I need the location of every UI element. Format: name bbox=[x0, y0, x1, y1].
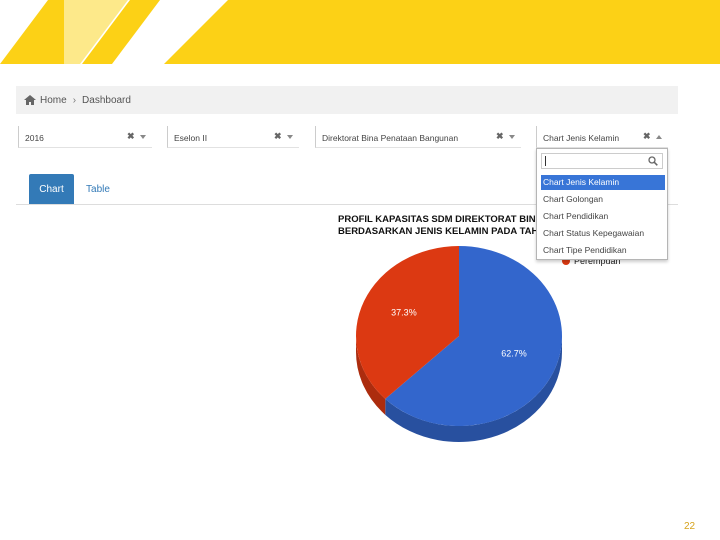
breadcrumb-home-link[interactable]: Home bbox=[40, 95, 67, 106]
banner-stripe-yellow-left bbox=[0, 0, 64, 64]
filter-bar: 2016 ✖ Eselon II ✖ Direktorat Bina Penat… bbox=[16, 126, 678, 150]
chart-title-line-2: BERDASARKAN JENIS KELAMIN PADA TAH bbox=[338, 226, 539, 237]
chart-title-line-1: PROFIL KAPASITAS SDM DIREKTORAT BIN bbox=[338, 214, 536, 225]
tab-chart[interactable]: Chart bbox=[29, 174, 74, 204]
home-icon bbox=[24, 95, 36, 105]
chevron-up-icon[interactable] bbox=[656, 135, 662, 139]
eselon-select[interactable]: Eselon II ✖ bbox=[167, 126, 299, 148]
breadcrumb-current: Dashboard bbox=[82, 94, 131, 106]
pie-chart: 62.7% 37.3% bbox=[356, 246, 562, 442]
chart-type-dropdown: Chart Jenis Kelamin Chart Golongan Chart… bbox=[536, 148, 668, 260]
chevron-down-icon[interactable] bbox=[140, 135, 146, 139]
year-select-value: 2016 bbox=[25, 133, 44, 143]
dropdown-option[interactable]: Chart Golongan bbox=[541, 192, 665, 207]
tab-table[interactable]: Table bbox=[78, 174, 118, 204]
chart-type-select[interactable]: Chart Jenis Kelamin ✖ bbox=[536, 126, 668, 148]
banner-stripe-yellow-main bbox=[164, 0, 720, 64]
chevron-down-icon[interactable] bbox=[509, 135, 515, 139]
unit-select[interactable]: Direktorat Bina Penataan Bangunan ✖ bbox=[315, 126, 521, 148]
dashboard-screenshot: Home › Dashboard 2016 ✖ Eselon II ✖ Dire… bbox=[16, 86, 678, 506]
search-icon bbox=[648, 156, 658, 166]
clear-icon[interactable]: ✖ bbox=[643, 131, 651, 142]
dropdown-option[interactable]: Chart Jenis Kelamin bbox=[541, 175, 665, 190]
year-select[interactable]: 2016 ✖ bbox=[18, 126, 152, 148]
breadcrumb: Home › Dashboard bbox=[16, 86, 678, 114]
pie-data-label-0: 62.7% bbox=[501, 348, 527, 358]
unit-select-value: Direktorat Bina Penataan Bangunan bbox=[322, 133, 459, 143]
breadcrumb-separator: › bbox=[72, 94, 77, 106]
header-banner bbox=[0, 0, 720, 64]
clear-icon[interactable]: ✖ bbox=[496, 131, 504, 142]
chart-type-select-value: Chart Jenis Kelamin bbox=[543, 133, 620, 143]
chevron-down-icon[interactable] bbox=[287, 135, 293, 139]
dropdown-search-input[interactable] bbox=[541, 153, 663, 169]
pie-data-label-1: 37.3% bbox=[391, 308, 417, 318]
dropdown-option[interactable]: Chart Tipe Pendidikan bbox=[541, 243, 665, 258]
clear-icon[interactable]: ✖ bbox=[127, 131, 135, 142]
clear-icon[interactable]: ✖ bbox=[274, 131, 282, 142]
dropdown-option[interactable]: Chart Pendidikan bbox=[541, 209, 665, 224]
page-number: 22 bbox=[684, 521, 696, 532]
eselon-select-value: Eselon II bbox=[174, 133, 208, 143]
dropdown-option[interactable]: Chart Status Kepegawaian bbox=[541, 226, 665, 241]
chart-title: PROFIL KAPASITAS SDM DIREKTORAT BIN BERD… bbox=[338, 214, 548, 238]
text-cursor bbox=[545, 156, 546, 166]
